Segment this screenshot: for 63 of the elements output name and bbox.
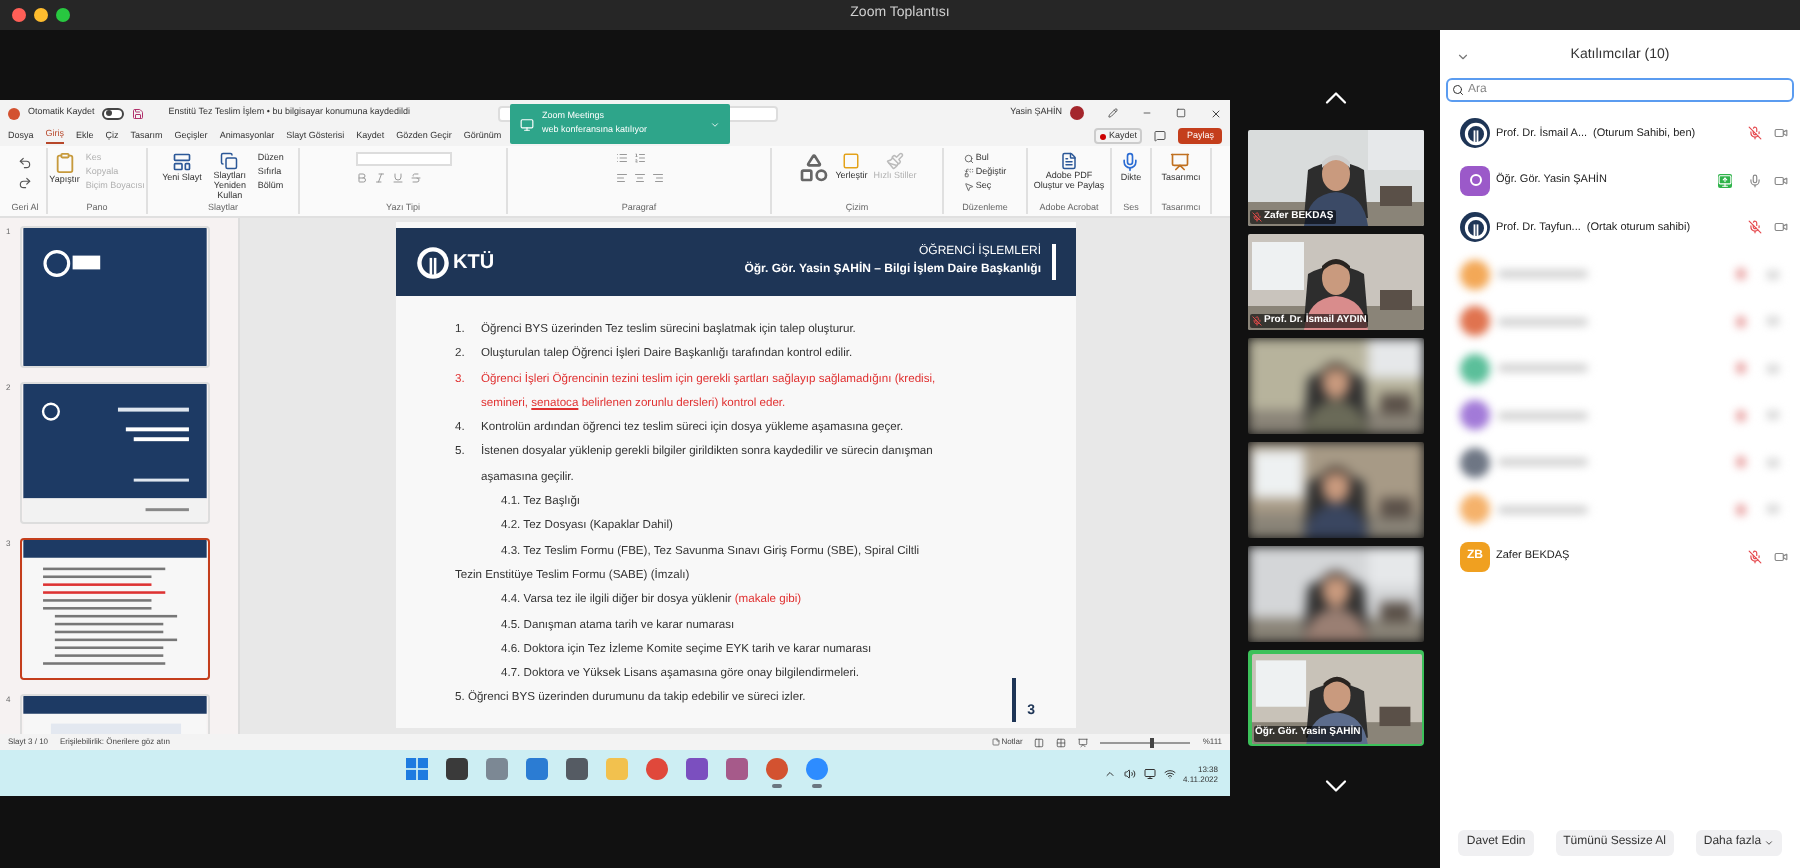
display-icon[interactable]	[1143, 767, 1155, 779]
wifi-icon[interactable]	[1163, 767, 1175, 779]
align-right-icon[interactable]	[651, 172, 663, 184]
powerpoint-logo-icon	[8, 107, 20, 119]
pdf-icon[interactable]	[1060, 152, 1078, 170]
notes-icon	[991, 738, 1000, 746]
save-icon[interactable]	[132, 107, 145, 119]
italic-icon[interactable]	[373, 172, 385, 184]
caret-icon	[1763, 838, 1774, 848]
strikethrough-icon[interactable]	[409, 172, 421, 184]
chevron-icon[interactable]	[710, 119, 720, 129]
search-icon	[1452, 84, 1464, 96]
close-button[interactable]	[12, 8, 26, 22]
replace-icon[interactable]	[963, 167, 974, 177]
dictate-icon[interactable]	[1120, 152, 1141, 172]
pen-icon[interactable]	[1108, 108, 1118, 118]
shapes-icon[interactable]	[797, 152, 830, 184]
camera-icon[interactable]	[1774, 549, 1788, 564]
arrange-icon[interactable]	[842, 152, 861, 170]
paste-icon[interactable]	[53, 152, 76, 174]
align-left-icon[interactable]	[615, 172, 627, 184]
slideshow-icon[interactable]	[1078, 737, 1089, 747]
camera-icon[interactable]	[1774, 173, 1788, 188]
designer-icon[interactable]	[1170, 152, 1191, 172]
maximize-icon[interactable]	[1176, 108, 1186, 118]
slide-thumbnail[interactable]	[20, 538, 210, 680]
mic-off-icon[interactable]	[1748, 220, 1762, 235]
sorter-view-icon[interactable]	[1056, 737, 1067, 747]
autosave-toggle[interactable]	[102, 107, 125, 119]
bullets-icon[interactable]	[615, 152, 627, 164]
app-icon[interactable]	[566, 758, 589, 781]
select-icon[interactable]	[963, 181, 974, 191]
camera-icon[interactable]	[1774, 220, 1788, 235]
minimize-icon[interactable]	[1142, 108, 1152, 118]
underline-icon[interactable]	[391, 172, 403, 184]
logo-icon	[415, 245, 449, 279]
app-icon[interactable]	[446, 758, 469, 781]
minimize-button[interactable]	[34, 8, 48, 22]
camera-icon[interactable]	[1774, 126, 1788, 141]
tray-chevron-icon[interactable]	[1103, 767, 1115, 779]
volume-icon[interactable]	[1123, 767, 1135, 779]
reuse-slides-icon[interactable]	[220, 152, 239, 170]
find-icon[interactable]	[963, 153, 974, 163]
align-center-icon[interactable]	[633, 172, 645, 184]
maximize-button[interactable]	[56, 8, 70, 22]
logo-text: KTÜ	[453, 249, 495, 277]
redo-icon[interactable]	[18, 176, 32, 190]
numbering-icon[interactable]	[633, 152, 645, 164]
monitor-icon	[520, 117, 534, 131]
mic-icon[interactable]	[1748, 173, 1762, 188]
undo-icon[interactable]	[18, 156, 32, 170]
bold-icon[interactable]	[355, 172, 367, 184]
new-slide-icon[interactable]	[171, 152, 192, 172]
windows-logo-icon[interactable]	[406, 758, 429, 781]
close-icon[interactable]	[1210, 107, 1222, 119]
user-avatar	[1070, 106, 1084, 120]
mic-off-icon[interactable]	[1748, 126, 1762, 141]
app-icon[interactable]	[686, 758, 709, 781]
mic-off-icon[interactable]	[1748, 549, 1762, 564]
normal-view-icon[interactable]	[1034, 737, 1045, 747]
font-name-field[interactable]	[355, 152, 451, 166]
collapse-icon[interactable]	[1456, 49, 1470, 63]
comment-icon[interactable]	[1154, 130, 1167, 142]
